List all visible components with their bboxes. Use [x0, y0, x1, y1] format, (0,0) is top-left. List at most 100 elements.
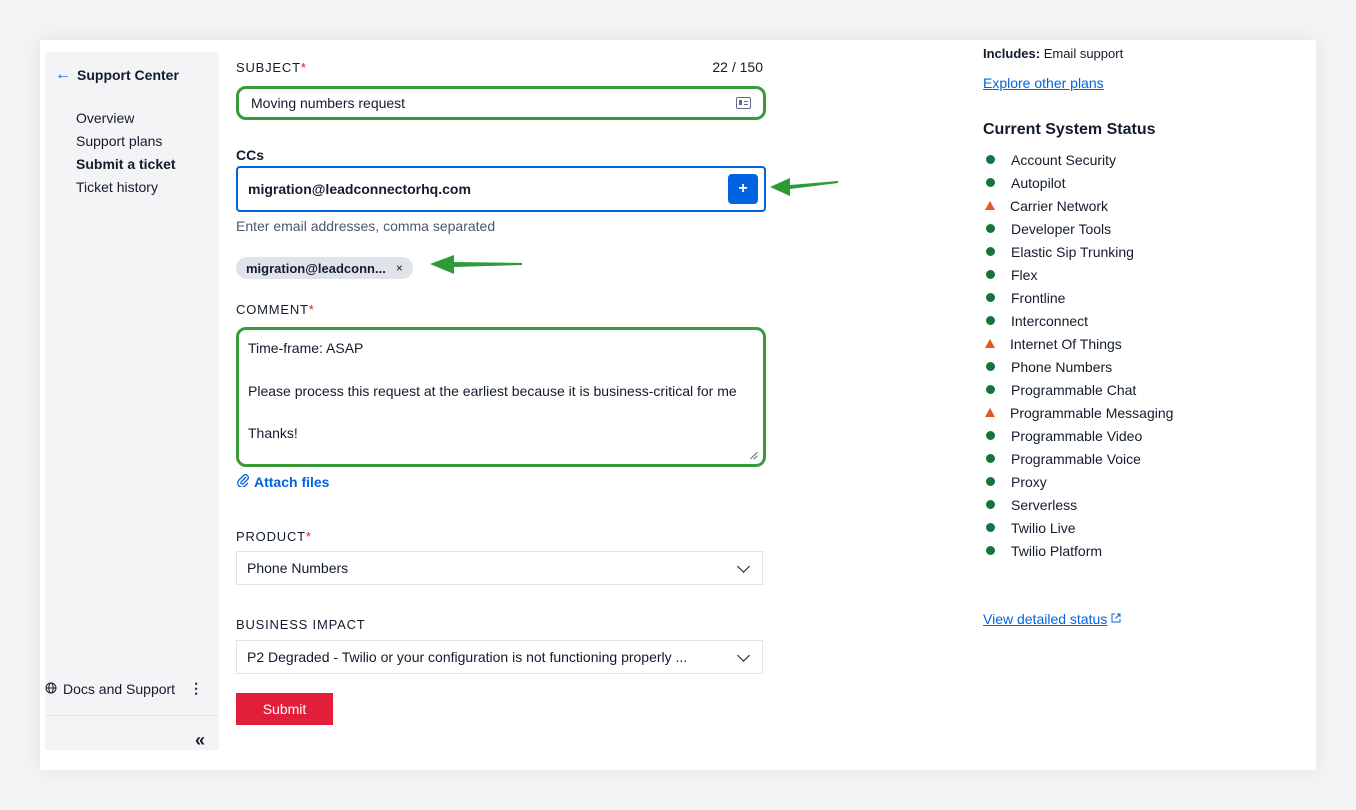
status-item: Twilio Platform [983, 543, 1203, 559]
status-item: Interconnect [983, 313, 1203, 329]
status-ok-icon [986, 385, 995, 394]
status-ok-icon [986, 316, 995, 325]
view-detailed-status-link[interactable]: View detailed status [983, 611, 1121, 627]
external-link-icon [1111, 613, 1121, 626]
status-item-label: Elastic Sip Trunking [1011, 244, 1134, 260]
status-item-label: Interconnect [1011, 313, 1089, 329]
status-ok-icon [986, 477, 995, 486]
status-item: Frontline [983, 290, 1203, 306]
back-to-support-center[interactable]: ← Support Center [55, 66, 179, 84]
contact-card-icon [736, 97, 751, 109]
status-item: Internet Of Things [983, 336, 1203, 352]
comment-textarea[interactable]: Time-frame: ASAP Please process this req… [236, 327, 766, 467]
status-item-label: Autopilot [1011, 175, 1066, 191]
status-item-label: Twilio Platform [1011, 543, 1103, 559]
paperclip-icon [236, 473, 250, 490]
sidebar: ← Support Center Overview Support plans … [45, 52, 219, 750]
comment-label: COMMENT* [236, 302, 315, 317]
globe-icon [45, 681, 57, 697]
status-ok-icon [986, 362, 995, 371]
docs-and-support-label: Docs and Support [63, 680, 176, 697]
sidebar-nav: Overview Support plans Submit a ticket T… [76, 107, 176, 199]
status-ok-icon [986, 500, 995, 509]
comment-line: Time-frame: ASAP [248, 340, 364, 356]
status-list: Account Security Autopilot Carrier Network… [983, 152, 1203, 566]
status-item-label: Programmable Chat [1011, 382, 1137, 398]
business-impact-select[interactable]: P2 Degraded - Twilio or your configurati… [236, 640, 763, 674]
plan-includes: Includes: Email support [983, 46, 1124, 61]
status-item-label: Carrier Network [1010, 198, 1109, 214]
warning-triangle-icon [985, 339, 995, 348]
attach-files-link[interactable]: Attach files [236, 473, 329, 490]
status-item-label: Serverless [1011, 497, 1078, 513]
sidebar-item-submit-ticket[interactable]: Submit a ticket [76, 153, 176, 176]
remove-chip-icon[interactable]: × [396, 261, 403, 275]
docs-and-support[interactable]: Docs and Support ⋮ [45, 680, 219, 697]
chevron-down-icon [737, 648, 750, 662]
sidebar-divider [45, 715, 219, 716]
chevron-down-icon [737, 559, 750, 573]
detailed-status-label: View detailed status [983, 611, 1108, 627]
subject-char-counter: 22 / 150 [712, 59, 763, 75]
status-item-label: Internet Of Things [1010, 336, 1122, 352]
warning-triangle-icon [985, 201, 995, 210]
status-item: Elastic Sip Trunking [983, 244, 1203, 260]
status-item-label: Twilio Live [1011, 520, 1076, 536]
submit-button[interactable]: Submit [236, 693, 333, 725]
ccs-label: CCs [236, 147, 265, 163]
subject-input-value: Moving numbers request [251, 95, 406, 111]
status-ok-icon [986, 431, 995, 440]
comment-line: Please process this request at the earli… [248, 382, 737, 399]
sidebar-item-ticket-history[interactable]: Ticket history [76, 176, 176, 199]
status-item: Twilio Live [983, 520, 1203, 536]
status-item: Programmable Voice [983, 451, 1203, 467]
status-ok-icon [986, 155, 995, 164]
status-item-label: Programmable Video [1011, 428, 1143, 444]
status-item-label: Flex [1011, 267, 1038, 283]
status-item-label: Frontline [1011, 290, 1066, 306]
arrow-left-icon: ← [55, 66, 71, 83]
business-impact-label: BUSINESS IMPACT [236, 617, 366, 632]
collapse-sidebar-icon[interactable]: « [195, 730, 205, 751]
status-item: Proxy [983, 474, 1203, 490]
status-item: Autopilot [983, 175, 1203, 191]
status-item-label: Phone Numbers [1011, 359, 1113, 375]
status-ok-icon [986, 546, 995, 555]
cc-email-input[interactable]: migration@leadconnectorhq.com + [236, 166, 766, 212]
subject-input[interactable]: Moving numbers request [236, 86, 766, 120]
status-ok-icon [986, 247, 995, 256]
explore-plans-link[interactable]: Explore other plans [983, 75, 1104, 91]
status-item: Programmable Video [983, 428, 1203, 444]
resize-handle-icon[interactable] [749, 451, 757, 459]
status-item: Programmable Chat [983, 382, 1203, 398]
status-item-label: Proxy [1011, 474, 1047, 490]
app-frame: ← Support Center Overview Support plans … [40, 40, 1316, 770]
status-item-label: Account Security [1011, 152, 1117, 168]
system-status-title: Current System Status [983, 121, 1156, 138]
status-ok-icon [986, 523, 995, 532]
cc-email-chip: migration@leadconn... × [236, 257, 413, 279]
status-ok-icon [986, 454, 995, 463]
status-item: Serverless [983, 497, 1203, 513]
status-ok-icon [986, 224, 995, 233]
status-item-label: Programmable Voice [1011, 451, 1141, 467]
status-item: Account Security [983, 152, 1203, 168]
subject-label: SUBJECT* [236, 60, 307, 75]
annotation-arrow-icon [430, 255, 522, 274]
status-ok-icon [986, 293, 995, 302]
add-cc-button[interactable]: + [728, 174, 758, 204]
kebab-menu-icon[interactable]: ⋮ [189, 680, 203, 697]
cc-chip-label: migration@leadconn... [246, 260, 386, 276]
sidebar-item-overview[interactable]: Overview [76, 107, 176, 130]
product-select[interactable]: Phone Numbers [236, 551, 763, 585]
status-item: Programmable Messaging [983, 405, 1203, 421]
status-item: Carrier Network [983, 198, 1203, 214]
attach-files-label: Attach files [254, 473, 330, 490]
status-item-label: Programmable Messaging [1010, 405, 1174, 421]
back-link-label: Support Center [77, 67, 179, 83]
product-select-value: Phone Numbers [247, 560, 349, 576]
status-item-label: Developer Tools [1011, 221, 1112, 237]
cc-email-value: migration@leadconnectorhq.com [248, 181, 471, 197]
cc-help-text: Enter email addresses, comma separated [236, 218, 496, 234]
sidebar-item-support-plans[interactable]: Support plans [76, 130, 176, 153]
